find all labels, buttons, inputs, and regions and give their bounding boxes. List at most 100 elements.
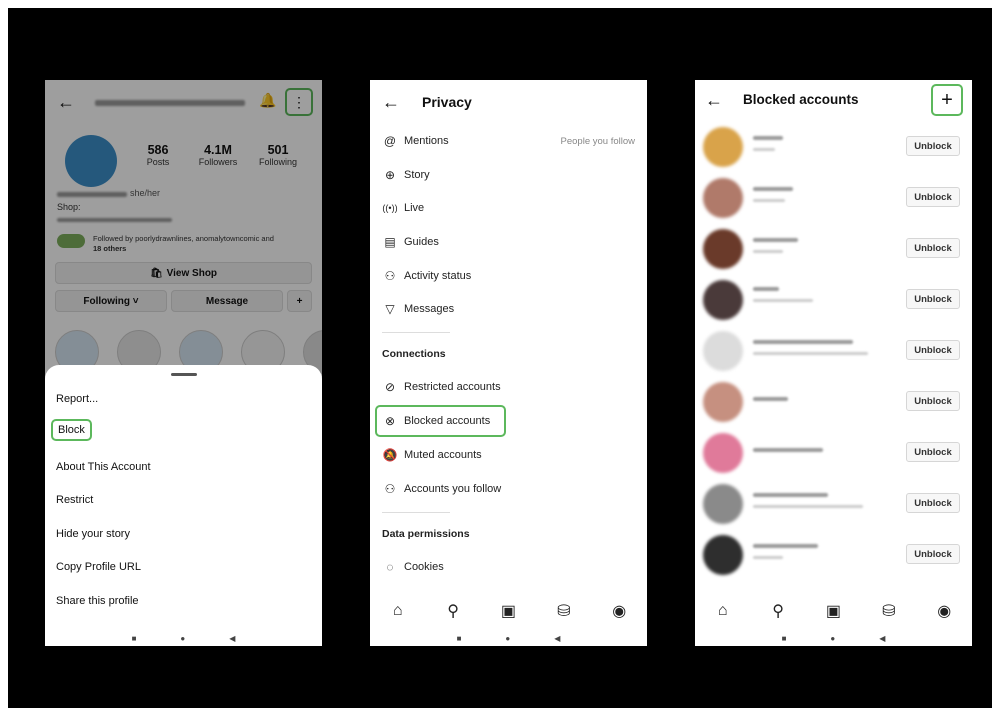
back-button-icon[interactable]: ◀ [229, 634, 235, 643]
recents-icon[interactable]: ■ [132, 634, 137, 643]
name-redacted [753, 505, 863, 508]
home-button-icon[interactable]: ● [830, 634, 835, 643]
username-redacted [753, 136, 783, 140]
list-item: Unblock [695, 120, 972, 170]
back-arrow-icon[interactable]: ← [705, 90, 723, 111]
accounts-you-follow-row[interactable]: ⚇ Accounts you follow [382, 480, 502, 498]
home-button-icon[interactable]: ● [180, 634, 185, 643]
blocked-icon: ⊗ [384, 414, 396, 428]
copy-url-option[interactable]: Copy Profile URL [56, 561, 141, 573]
avatar[interactable] [703, 331, 743, 371]
shop-icon[interactable]: ⛁ [878, 601, 900, 621]
reels-icon[interactable]: ▣ [822, 601, 844, 621]
unblock-button[interactable]: Unblock [906, 136, 960, 156]
muted-accounts-row[interactable]: 🔕 Muted accounts [382, 446, 482, 464]
shop-icon[interactable]: ⛁ [553, 601, 575, 621]
search-icon[interactable]: ⚲ [442, 601, 464, 621]
restrict-option[interactable]: Restrict [56, 494, 93, 506]
muted-accounts-label: Muted accounts [404, 449, 482, 461]
username-redacted [753, 287, 779, 291]
recents-icon[interactable]: ■ [782, 634, 787, 643]
guides-row[interactable]: ▤ Guides [382, 233, 439, 251]
activity-status-label: Activity status [404, 270, 472, 282]
unblock-button[interactable]: Unblock [906, 187, 960, 207]
system-nav-bar: ■ ● ◀ [370, 630, 647, 646]
restricted-accounts-row[interactable]: ⊘ Restricted accounts [382, 378, 501, 396]
back-arrow-icon[interactable]: ← [382, 92, 400, 113]
home-button-icon[interactable]: ● [505, 634, 510, 643]
username-redacted [753, 187, 793, 191]
avatar[interactable] [703, 382, 743, 422]
unblock-button[interactable]: Unblock [906, 544, 960, 564]
live-row[interactable]: ((•)) Live [382, 199, 424, 217]
story-row[interactable]: ⊕ Story [382, 166, 430, 184]
block-option[interactable]: Block [51, 419, 92, 441]
avatar[interactable] [703, 433, 743, 473]
avatar[interactable] [703, 484, 743, 524]
back-button-icon[interactable]: ◀ [879, 634, 885, 643]
accounts-you-follow-label: Accounts you follow [404, 483, 502, 495]
system-nav-bar: ■ ● ◀ [45, 630, 322, 646]
list-item: Unblock [695, 171, 972, 221]
home-icon[interactable]: ⌂ [387, 602, 409, 620]
connections-heading: Connections [382, 348, 446, 360]
avatar[interactable] [703, 178, 743, 218]
bottom-nav: ⌂ ⚲ ▣ ⛁ ◉ [370, 595, 647, 627]
add-icon[interactable]: + [931, 84, 963, 116]
avatar[interactable] [703, 229, 743, 269]
unblock-button[interactable]: Unblock [906, 238, 960, 258]
search-icon[interactable]: ⚲ [767, 601, 789, 621]
avatar[interactable] [703, 127, 743, 167]
activity-status-row[interactable]: ⚇ Activity status [382, 267, 472, 285]
unblock-button[interactable]: Unblock [906, 391, 960, 411]
unblock-button[interactable]: Unblock [906, 493, 960, 513]
about-account-option[interactable]: About This Account [56, 461, 151, 473]
avatar[interactable] [703, 535, 743, 575]
messages-row[interactable]: ▽ Messages [382, 300, 454, 318]
list-item: Unblock [695, 477, 972, 527]
at-icon: @ [383, 134, 397, 148]
blocked-accounts-row[interactable]: ⊗ Blocked accounts [382, 412, 490, 430]
people-icon: ⚇ [384, 482, 396, 496]
divider [382, 332, 450, 333]
profile-screen: ← 🔔 ⋮ 586 Posts 4.1M Followers 501 Follo… [45, 80, 322, 646]
page-title: Blocked accounts [743, 92, 859, 107]
hide-story-option[interactable]: Hide your story [56, 528, 130, 540]
cookie-icon: ◌ [386, 560, 394, 574]
name-redacted [753, 148, 775, 151]
report-option[interactable]: Report... [56, 393, 98, 405]
back-button-icon[interactable]: ◀ [554, 634, 560, 643]
avatar[interactable] [703, 280, 743, 320]
cookies-row[interactable]: ◌ Cookies [382, 558, 443, 576]
live-label: Live [404, 202, 425, 214]
restricted-accounts-label: Restricted accounts [404, 381, 501, 393]
system-nav-bar: ■ ● ◀ [695, 630, 972, 646]
unblock-button[interactable]: Unblock [906, 289, 960, 309]
unblock-button[interactable]: Unblock [906, 340, 960, 360]
restricted-icon: ⊘ [384, 380, 396, 394]
messages-icon: ▽ [385, 302, 395, 316]
action-sheet: Report... Block About This Account Restr… [45, 365, 322, 646]
reels-icon[interactable]: ▣ [497, 601, 519, 621]
username-redacted [753, 340, 853, 344]
messages-label: Messages [404, 303, 455, 315]
home-icon[interactable]: ⌂ [712, 602, 734, 620]
profile-icon[interactable]: ◉ [608, 601, 630, 621]
unblock-button[interactable]: Unblock [906, 442, 960, 462]
profile-icon[interactable]: ◉ [933, 601, 955, 621]
name-redacted [753, 199, 785, 202]
username-redacted [753, 238, 798, 242]
list-item: Unblock [695, 426, 972, 476]
recents-icon[interactable]: ■ [457, 634, 462, 643]
blocked-accounts-screen: ← Blocked accounts + Unblock Unblock Unb… [695, 80, 972, 646]
share-profile-option[interactable]: Share this profile [56, 595, 139, 607]
list-item: Unblock [695, 375, 972, 425]
sheet-handle[interactable] [171, 373, 197, 376]
mentions-row[interactable]: @ Mentions [382, 132, 449, 150]
mentions-value: People you follow [560, 136, 635, 147]
list-item: Unblock [695, 324, 972, 374]
name-redacted [753, 352, 868, 355]
divider [382, 512, 450, 513]
mentions-label: Mentions [404, 135, 449, 147]
story-label: Story [404, 169, 430, 181]
